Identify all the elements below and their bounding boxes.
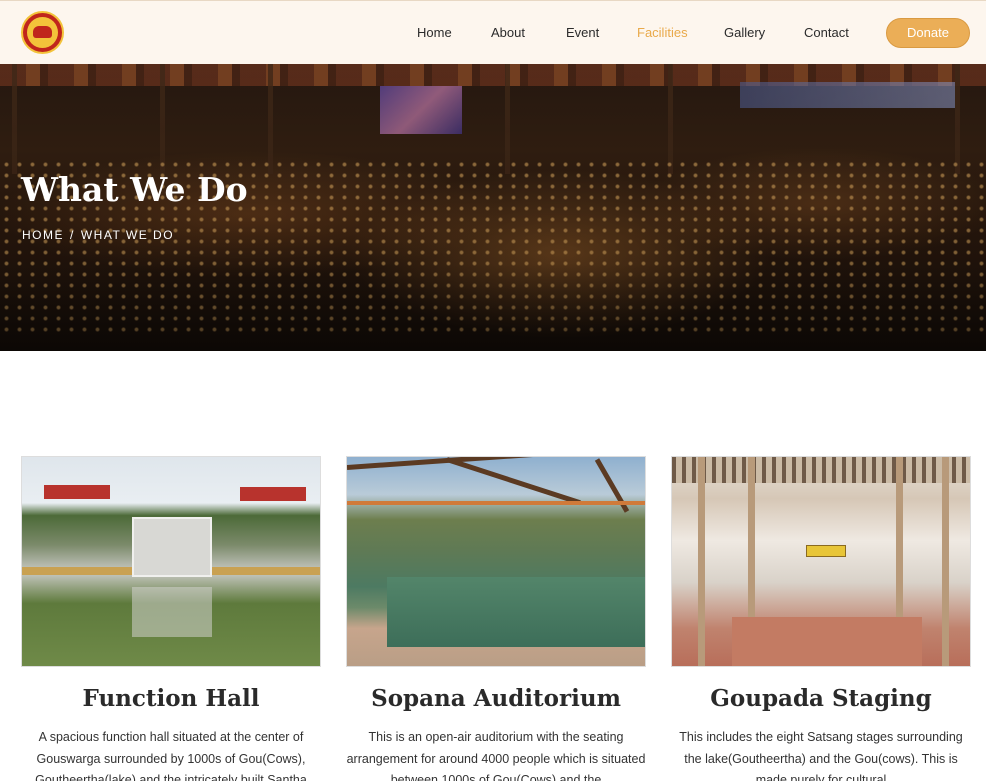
image-detail xyxy=(132,587,212,637)
nav-link-event[interactable]: Event xyxy=(566,25,599,41)
image-detail xyxy=(942,457,949,666)
image-detail xyxy=(240,487,306,501)
nav-link-about[interactable]: About xyxy=(491,25,525,41)
logo-cow-mark xyxy=(33,26,52,38)
breadcrumb-separator: / xyxy=(70,228,75,242)
image-detail xyxy=(806,545,846,557)
image-detail xyxy=(132,517,212,577)
card-title: Function Hall xyxy=(82,685,260,712)
image-detail xyxy=(698,457,705,666)
card-title: Sopana Auditorium xyxy=(371,685,621,712)
top-navbar: Home About Event Facilities Gallery Cont… xyxy=(0,0,986,64)
donate-button[interactable]: Donate xyxy=(886,18,970,48)
hero-banner: What We Do HOME / WHAT WE DO xyxy=(0,64,986,351)
breadcrumb-home-link[interactable]: HOME xyxy=(22,228,64,242)
page-title: What We Do xyxy=(21,170,248,209)
image-detail xyxy=(347,501,645,505)
brand-logo-icon[interactable] xyxy=(21,11,64,54)
card-description: This is an open-air auditorium with the … xyxy=(346,730,646,781)
card-title: Goupada Staging xyxy=(710,685,932,712)
image-detail xyxy=(446,457,581,506)
breadcrumb: HOME / WHAT WE DO xyxy=(22,228,174,242)
goupada-staging-image[interactable] xyxy=(671,456,971,667)
image-detail xyxy=(387,577,645,647)
nav-link-facilities[interactable]: Facilities xyxy=(637,25,688,41)
nav-link-home[interactable]: Home xyxy=(417,25,452,41)
image-detail xyxy=(44,485,110,499)
breadcrumb-current: WHAT WE DO xyxy=(80,228,175,242)
image-detail xyxy=(732,617,922,666)
function-hall-image[interactable] xyxy=(21,456,321,667)
card-description: A spacious function hall situated at the… xyxy=(35,730,307,781)
logo-inner xyxy=(27,17,58,48)
sopana-auditorium-image[interactable] xyxy=(346,456,646,667)
nav-link-contact[interactable]: Contact xyxy=(804,25,849,41)
card-description: This includes the eight Satsang stages s… xyxy=(679,730,963,781)
nav-link-gallery[interactable]: Gallery xyxy=(724,25,765,41)
image-detail xyxy=(672,457,970,483)
